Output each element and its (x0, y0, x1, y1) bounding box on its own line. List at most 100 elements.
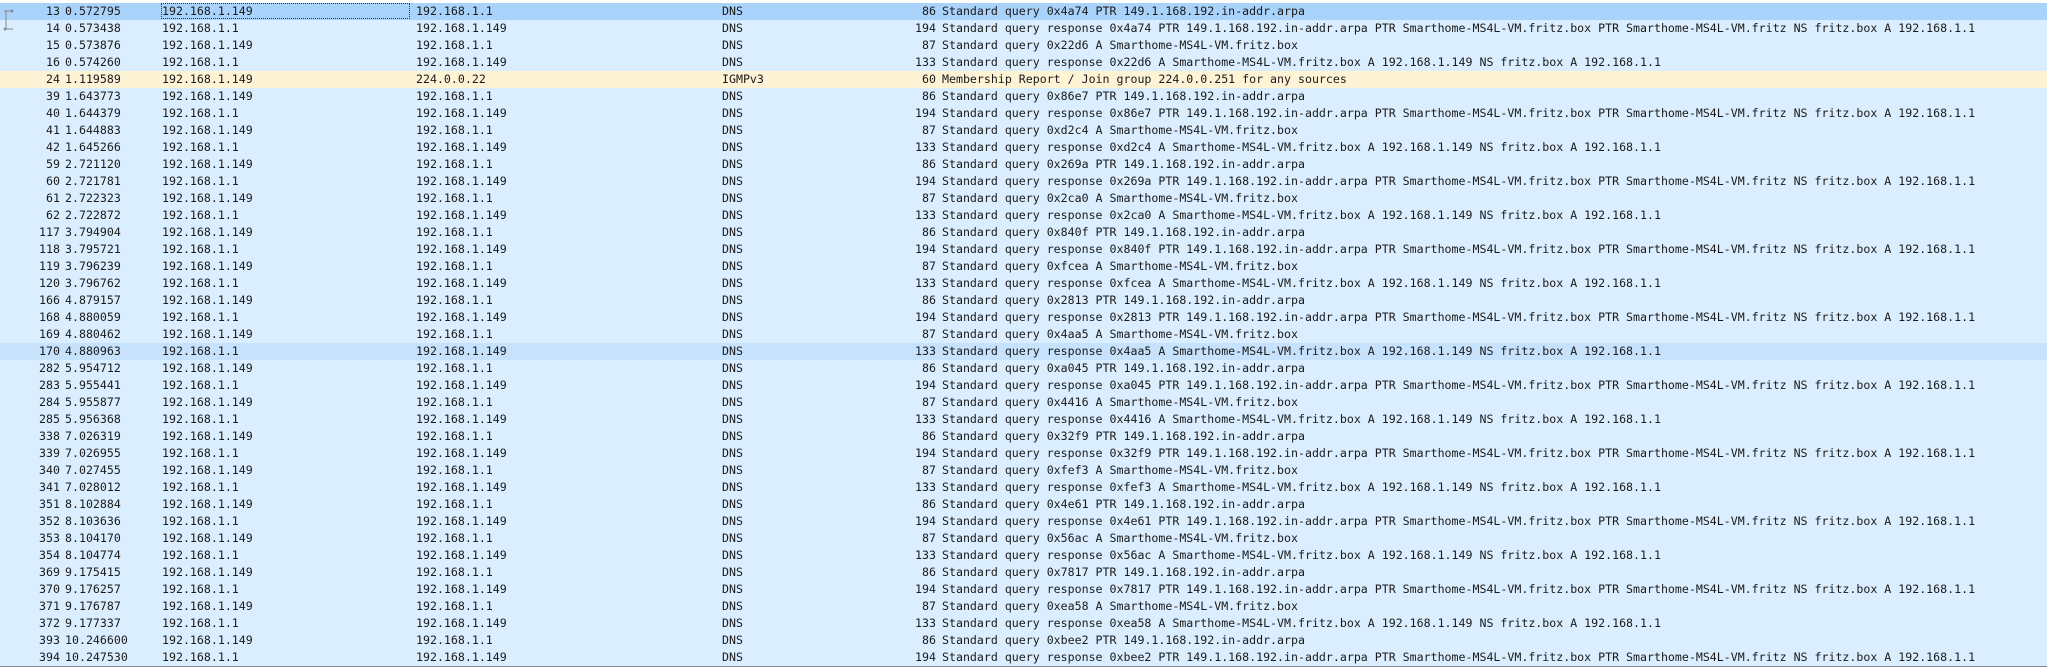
packet-list[interactable]: 13 0.572795 192.168.1.149 192.168.1.1 DNS 86 S… (0, 3, 2047, 666)
packet-row[interactable]: 166 4.879157 192.168.1.149 192.168.1.1 DNS 86… (0, 292, 2047, 309)
packet-row[interactable]: 24 1.119589 192.168.1.149 224.0.0.22 IGMPv3 6… (0, 71, 2047, 88)
cell-no: 338 (39, 429, 60, 443)
cell-len: 86 (922, 4, 936, 18)
cell-time: 9.176787 (65, 599, 121, 613)
packet-row[interactable]: 170 4.880963 192.168.1.1 192.168.1.149 DNS 13… (0, 343, 2047, 360)
cell-dst: 192.168.1.149 (416, 582, 507, 596)
cell-src: 192.168.1.1 (162, 514, 239, 528)
cell-dst: 224.0.0.22 (416, 72, 486, 86)
packet-row[interactable]: 282 5.954712 192.168.1.149 192.168.1.1 DNS 86… (0, 360, 2047, 377)
cell-len: 86 (922, 225, 936, 239)
cell-proto: DNS (722, 463, 743, 477)
cell-src: 192.168.1.149 (162, 225, 253, 239)
packet-row[interactable]: 338 7.026319 192.168.1.149 192.168.1.1 DNS 86… (0, 428, 2047, 445)
cell-dst: 192.168.1.149 (416, 208, 507, 222)
cell-src: 192.168.1.1 (162, 242, 239, 256)
packet-row[interactable]: 169 4.880462 192.168.1.149 192.168.1.1 DNS 87… (0, 326, 2047, 343)
packet-row[interactable]: 340 7.027455 192.168.1.149 192.168.1.1 DNS 87… (0, 462, 2047, 479)
cell-dst: 192.168.1.149 (416, 310, 507, 324)
cell-len: 194 (915, 21, 936, 35)
cell-proto: DNS (722, 55, 743, 69)
cell-info: Standard query response 0xa045 PTR 149.1… (942, 378, 1976, 392)
cell-proto: DNS (722, 582, 743, 596)
cell-no: 285 (39, 412, 60, 426)
cell-info: Standard query response 0x86e7 PTR 149.1… (942, 106, 1976, 120)
cell-no: 15 (46, 38, 60, 52)
packet-row[interactable]: 372 9.177337 192.168.1.1 192.168.1.149 DNS 13… (0, 615, 2047, 632)
packet-row[interactable]: 42 1.645266 192.168.1.1 192.168.1.149 DNS 133… (0, 139, 2047, 156)
packet-row[interactable]: 117 3.794904 192.168.1.149 192.168.1.1 DNS 86… (0, 224, 2047, 241)
cell-dst: 192.168.1.1 (416, 429, 493, 443)
cell-no: 59 (46, 157, 60, 171)
packet-row[interactable]: 370 9.176257 192.168.1.1 192.168.1.149 DNS 19… (0, 581, 2047, 598)
packet-row[interactable]: 61 2.722323 192.168.1.149 192.168.1.1 DNS 87 S… (0, 190, 2047, 207)
cell-src: 192.168.1.1 (162, 21, 239, 35)
cell-info: Standard query 0x269a PTR 149.1.168.192.… (942, 157, 1305, 171)
packet-row[interactable]: 341 7.028012 192.168.1.1 192.168.1.149 DNS 13… (0, 479, 2047, 496)
request-arrow-icon (0, 3, 20, 20)
packet-row[interactable]: 351 8.102884 192.168.1.149 192.168.1.1 DNS 86… (0, 496, 2047, 513)
cell-proto: DNS (722, 429, 743, 443)
cell-len: 194 (915, 174, 936, 188)
packet-row[interactable]: 119 3.796239 192.168.1.149 192.168.1.1 DNS 87… (0, 258, 2047, 275)
cell-no: 117 (39, 225, 60, 239)
cell-src: 192.168.1.149 (161, 3, 410, 19)
packet-row[interactable]: 40 1.644379 192.168.1.1 192.168.1.149 DNS 194… (0, 105, 2047, 122)
packet-row-selected[interactable]: 13 0.572795 192.168.1.149 192.168.1.1 DNS 86 S… (0, 3, 2047, 20)
cell-no: 60 (46, 174, 60, 188)
packet-row[interactable]: 60 2.721781 192.168.1.1 192.168.1.149 DNS 194… (0, 173, 2047, 190)
cell-info: Standard query response 0x4aa5 A Smartho… (942, 344, 1661, 358)
cell-time: 1.119589 (65, 72, 121, 86)
packet-row[interactable]: 120 3.796762 192.168.1.1 192.168.1.149 DNS 13… (0, 275, 2047, 292)
packet-row[interactable]: 41 1.644883 192.168.1.149 192.168.1.1 DNS 87 S… (0, 122, 2047, 139)
cell-proto: DNS (722, 208, 743, 222)
cell-dst: 192.168.1.149 (416, 21, 507, 35)
cell-dst: 192.168.1.1 (416, 38, 493, 52)
cell-dst: 192.168.1.1 (416, 565, 493, 579)
cell-dst: 192.168.1.1 (416, 463, 493, 477)
cell-info: Standard query 0xfcea A Smarthome-MS4L-V… (942, 259, 1298, 273)
cell-no: 119 (39, 259, 60, 273)
cell-time: 4.880963 (65, 344, 121, 358)
cell-info: Standard query 0x22d6 A Smarthome-MS4L-V… (942, 38, 1298, 52)
packet-row[interactable]: 62 2.722872 192.168.1.1 192.168.1.149 DNS 133… (0, 207, 2047, 224)
cell-time: 8.102884 (65, 497, 121, 511)
cell-proto: DNS (722, 378, 743, 392)
cell-info: Standard query response 0x32f9 PTR 149.1… (942, 446, 1976, 460)
cell-src: 192.168.1.149 (162, 463, 253, 477)
cell-src: 192.168.1.149 (162, 429, 253, 443)
cell-src: 192.168.1.1 (162, 174, 239, 188)
packet-row[interactable]: 369 9.175415 192.168.1.149 192.168.1.1 DNS 86… (0, 564, 2047, 581)
packet-row[interactable]: 394 10.247530 192.168.1.1 192.168.1.149 DNS 1… (0, 649, 2047, 666)
packet-row[interactable]: 168 4.880059 192.168.1.1 192.168.1.149 DNS 19… (0, 309, 2047, 326)
packet-row[interactable]: 15 0.573876 192.168.1.149 192.168.1.1 DNS 87 S… (0, 37, 2047, 54)
packet-row[interactable]: 16 0.574260 192.168.1.1 192.168.1.149 DNS 133… (0, 54, 2047, 71)
cell-len: 194 (915, 310, 936, 324)
packet-row[interactable]: 352 8.103636 192.168.1.1 192.168.1.149 DNS 19… (0, 513, 2047, 530)
cell-proto: DNS (722, 599, 743, 613)
cell-time: 0.573438 (65, 21, 121, 35)
cell-no: 371 (39, 599, 60, 613)
packet-row[interactable]: 284 5.955877 192.168.1.149 192.168.1.1 DNS 87… (0, 394, 2047, 411)
packet-row[interactable]: 118 3.795721 192.168.1.1 192.168.1.149 DNS 19… (0, 241, 2047, 258)
packet-row[interactable]: 339 7.026955 192.168.1.1 192.168.1.149 DNS 19… (0, 445, 2047, 462)
packet-row[interactable]: 371 9.176787 192.168.1.149 192.168.1.1 DNS 87… (0, 598, 2047, 615)
cell-no: 352 (39, 514, 60, 528)
packet-row[interactable]: 354 8.104774 192.168.1.1 192.168.1.149 DNS 13… (0, 547, 2047, 564)
cell-time: 5.954712 (65, 361, 121, 375)
packet-row[interactable]: 59 2.721120 192.168.1.149 192.168.1.1 DNS 86 S… (0, 156, 2047, 173)
cell-dst: 192.168.1.1 (416, 327, 493, 341)
cell-time: 9.177337 (65, 616, 121, 630)
packet-row[interactable]: 285 5.956368 192.168.1.1 192.168.1.149 DNS 13… (0, 411, 2047, 428)
cell-time: 3.794904 (65, 225, 121, 239)
cell-dst: 192.168.1.149 (416, 276, 507, 290)
packet-row[interactable]: 393 10.246600 192.168.1.149 192.168.1.1 DNS 8… (0, 632, 2047, 649)
packet-row[interactable]: 39 1.643773 192.168.1.149 192.168.1.1 DNS 86 S… (0, 88, 2047, 105)
cell-proto: DNS (722, 514, 743, 528)
packet-row[interactable]: 14 0.573438 192.168.1.1 192.168.1.149 DNS 194… (0, 20, 2047, 37)
cell-no: 13 (46, 4, 60, 18)
cell-len: 194 (915, 446, 936, 460)
cell-dst: 192.168.1.149 (416, 446, 507, 460)
packet-row[interactable]: 353 8.104170 192.168.1.149 192.168.1.1 DNS 87… (0, 530, 2047, 547)
packet-row[interactable]: 283 5.955441 192.168.1.1 192.168.1.149 DNS 19… (0, 377, 2047, 394)
